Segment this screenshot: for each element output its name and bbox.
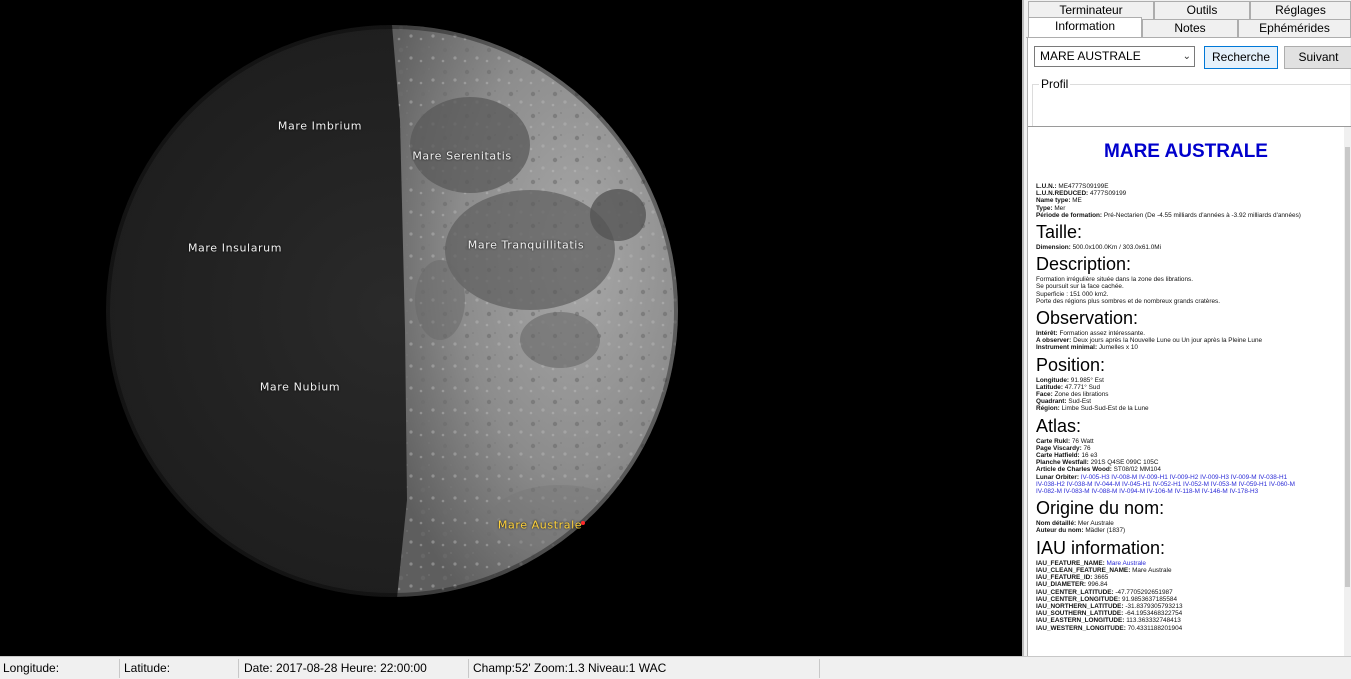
doc-row: Instrument minimal: Jumelles x 10 [1036, 344, 1138, 352]
doc-title: MARE AUSTRALE [1104, 141, 1268, 162]
info-scrollbar[interactable] [1344, 126, 1351, 656]
selection-marker [581, 521, 585, 525]
iau-feature-link[interactable]: Mare Australe [1107, 560, 1146, 567]
doc-row: Planche Westfall: 291S Q4SE 099C 105C [1036, 459, 1159, 467]
moon-image[interactable] [0, 0, 1024, 656]
recherche-button[interactable]: Recherche [1204, 46, 1278, 69]
orbiter-links[interactable]: IV-038-H2 IV-038-M IV-044-M IV-045-H1 IV… [1036, 481, 1295, 488]
doc-row: Porte des régions plus sombres et de nom… [1036, 297, 1221, 305]
tab-notes[interactable]: Notes [1142, 19, 1238, 37]
info-document[interactable]: MARE AUSTRALE L.U.N.: ME4777S09199E L.U.… [1028, 126, 1344, 656]
doc-row: Formation irrégulière située dans la zon… [1036, 276, 1194, 284]
doc-row: Longitude: 91.985° Est [1036, 376, 1104, 384]
doc-row: A observer: Deux jours après la Nouvelle… [1036, 337, 1263, 345]
status-field-zoom: Champ:52' Zoom:1.3 Niveau:1 WAC [470, 659, 820, 678]
status-bar: Longitude: Latitude: Date: 2017-08-28 He… [0, 656, 1351, 679]
information-panel: MARE AUSTRALE ⌄ Recherche Suivant Profil… [1027, 38, 1351, 656]
chevron-down-icon: ⌄ [1182, 51, 1191, 62]
lunar-orbiter-row: IV-082-M IV-083-M IV-088-M IV-094-M IV-1… [1036, 488, 1342, 495]
doc-row: L.U.N.: ME4777S09199E [1036, 183, 1109, 190]
doc-row: Quadrant: Sud-Est [1036, 398, 1092, 406]
doc-row: Auteur du nom: Mädler (1837) [1036, 527, 1126, 535]
tab-ephemerides[interactable]: Ephémérides [1238, 19, 1351, 37]
doc-row: Région: Limbe Sud-Sud-Est de la Lune [1036, 405, 1149, 413]
doc-row: IAU_CLEAN_FEATURE_NAME: Mare Australe [1036, 566, 1172, 574]
doc-row: Superficie : 151 000 km2. [1036, 290, 1109, 298]
right-panel: Terminateur Outils Réglages Information … [1026, 0, 1351, 656]
orbiter-links[interactable]: IV-005-H3 IV-008-M IV-009-H1 IV-009-H2 I… [1081, 474, 1287, 481]
heading-description: Description: [1036, 254, 1132, 275]
doc-row: IAU_CENTER_LATITUDE: -47.7705292651987 [1036, 588, 1173, 596]
tab-outils[interactable]: Outils [1154, 1, 1250, 19]
doc-row: Latitude: 47.771° Sud [1036, 383, 1101, 391]
status-datetime: Date: 2017-08-28 Heure: 22:00:00 [241, 659, 469, 678]
doc-row: IAU_FEATURE_NAME: Mare Australe [1036, 559, 1146, 567]
doc-row: Carte Rukl: 76 Watt [1036, 437, 1094, 445]
profil-group: Profil [1032, 77, 1351, 127]
scroll-thumb[interactable] [1345, 147, 1350, 587]
label-mare-insularum[interactable]: Mare Insularum [188, 242, 282, 255]
doc-row: Carte Hatfield: 16 e3 [1036, 452, 1098, 460]
tab-information[interactable]: Information [1028, 17, 1142, 37]
heading-atlas: Atlas: [1036, 415, 1082, 436]
doc-row: Page Viscardy: 76 [1036, 444, 1091, 452]
heading-taille: Taille: [1036, 222, 1083, 243]
doc-row: Intérêt: Formation assez intéressante. [1036, 330, 1146, 338]
label-mare-tranquillitatis[interactable]: Mare Tranquillitatis [468, 239, 584, 252]
suivant-button[interactable]: Suivant [1284, 46, 1351, 69]
label-mare-imbrium[interactable]: Mare Imbrium [278, 120, 362, 133]
doc-row: Article de Charles Wood: ST08/02 MM104 [1036, 466, 1161, 474]
status-latitude: Latitude: [121, 659, 239, 678]
doc-row: Name type: ME [1036, 197, 1082, 205]
doc-row: Type: Mer [1036, 204, 1066, 212]
lunar-orbiter-row: Lunar Orbiter: IV-005-H3 IV-008-M IV-009… [1036, 473, 1288, 481]
feature-select[interactable]: MARE AUSTRALE ⌄ [1034, 46, 1195, 67]
doc-row: IAU_DIAMETER: 996.84 [1036, 581, 1108, 589]
doc-row: IAU_NORTHERN_LATITUDE: -31.8379305793213 [1036, 602, 1183, 610]
tab-reglages[interactable]: Réglages [1250, 1, 1351, 19]
doc-row: L.U.N.REDUCED: 4777S09199 [1036, 190, 1127, 198]
doc-row: Période de formation: Pré-Nectarien (De … [1036, 211, 1301, 219]
doc-row: IAU_FEATURE_ID: 3665 [1036, 574, 1109, 582]
doc-row: Face: Zone des librations [1036, 391, 1109, 399]
moon-lit-side [392, 25, 678, 597]
doc-row: Nom détaillé: Mer Australe [1036, 520, 1114, 528]
doc-row: IAU_CENTER_LONGITUDE: 91.9853637185584 [1036, 595, 1178, 603]
status-longitude: Longitude: [0, 659, 120, 678]
doc-row: IAU_WESTERN_LONGITUDE: 70.4331188201904 [1036, 624, 1183, 632]
doc-row: IAU_SOUTHERN_LATITUDE: -64.1953468322754 [1036, 610, 1183, 618]
heading-position: Position: [1036, 354, 1106, 375]
doc-row: Se poursuit sur la face cachée. [1036, 283, 1124, 291]
heading-iau: IAU information: [1036, 537, 1166, 558]
doc-row: Dimension: 500.0x100.0Km / 303.0x61.0Mi [1036, 244, 1162, 252]
heading-origine: Origine du nom: [1036, 498, 1165, 519]
label-mare-australe[interactable]: Mare Australe [498, 519, 582, 532]
heading-observation: Observation: [1036, 308, 1139, 329]
orbiter-links[interactable]: IV-082-M IV-083-M IV-088-M IV-094-M IV-1… [1036, 488, 1258, 495]
profil-label: Profil [1039, 77, 1071, 91]
lunar-orbiter-row: IV-038-H2 IV-038-M IV-044-M IV-045-H1 IV… [1036, 481, 1342, 488]
doc-row: IAU_EASTERN_LONGITUDE: 113.363332748413 [1036, 617, 1181, 625]
feature-select-value: MARE AUSTRALE [1040, 49, 1141, 63]
label-mare-serenitatis[interactable]: Mare Serenitatis [412, 150, 511, 163]
label-mare-nubium[interactable]: Mare Nubium [260, 381, 340, 394]
moon-viewport[interactable]: Mare Imbrium Mare Serenitatis Mare Insul… [0, 0, 1024, 656]
